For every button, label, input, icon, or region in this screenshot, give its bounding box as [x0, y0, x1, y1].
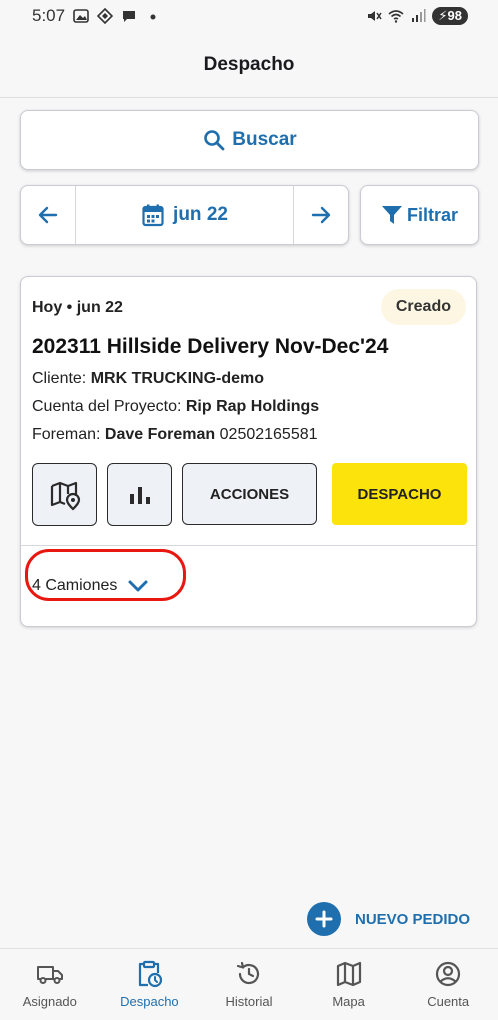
nav-item-despacho[interactable]: Despacho [100, 949, 200, 1020]
nav-label-mapa: Mapa [332, 994, 365, 1009]
chat-icon [123, 11, 136, 22]
trucks-count-label: 4 Camiones [32, 577, 118, 594]
dot-icon [150, 14, 156, 20]
client-label: Cliente: [32, 370, 87, 387]
arrow-right-icon [311, 206, 331, 224]
nav-item-asignado[interactable]: Asignado [0, 949, 100, 1020]
status-time: 5:07 [32, 6, 66, 25]
history-icon [236, 961, 260, 985]
map-view-button[interactable] [32, 463, 97, 526]
account-line: Cuenta del Proyecto: Rip Rap Holdings [32, 398, 319, 416]
battery-level: 98 [447, 8, 462, 23]
client-value: MRK TRUCKING-demo [90, 370, 265, 387]
nav-item-historial[interactable]: Historial [199, 949, 299, 1020]
filter-icon [381, 206, 402, 224]
plus-icon [307, 902, 341, 936]
previous-day-button[interactable] [21, 186, 75, 244]
nav-label-despacho: Despacho [120, 994, 179, 1009]
client-line: Cliente: MRK TRUCKING-demo [32, 370, 264, 388]
map-pin-icon [50, 481, 80, 511]
next-day-button[interactable] [294, 186, 348, 244]
nav-label-historial: Historial [225, 994, 273, 1009]
foreman-phone: 02502165581 [219, 426, 318, 443]
filter-label: Filtrar [406, 204, 458, 225]
foreman-line: Foreman: Dave Foreman 02502165581 [32, 426, 318, 444]
nav-item-mapa[interactable]: Mapa [299, 949, 399, 1020]
date-picker-button[interactable]: jun 22 [75, 186, 294, 244]
foreman-label: Foreman: [32, 426, 101, 443]
order-title: 202311 Hillside Delivery Nov-Dec'24 [32, 335, 389, 358]
search-icon [204, 130, 225, 151]
foreman-name: Dave Foreman [104, 426, 216, 443]
arrow-left-icon [38, 206, 58, 224]
photo-icon [73, 9, 89, 23]
account-label: Cuenta del Proyecto: [32, 398, 182, 415]
card-divider [21, 545, 476, 546]
new-order-button[interactable]: NUEVO PEDIDO [307, 900, 470, 938]
stats-button[interactable] [107, 463, 172, 526]
order-card[interactable]: Hoy • jun 22 Creado 202311 Hillside Deli… [20, 276, 477, 627]
account-value: Rip Rap Holdings [185, 398, 320, 415]
filter-button[interactable]: Filtrar [360, 185, 479, 245]
search-label: Buscar [232, 129, 297, 150]
bar-chart-icon [129, 486, 150, 504]
nav-label-cuenta: Cuenta [427, 994, 470, 1009]
date-navigator: jun 22 [20, 185, 349, 245]
nav-label-asignado: Asignado [22, 994, 77, 1009]
selected-date: jun 22 [173, 204, 228, 225]
mute-icon [368, 11, 383, 21]
trucks-expand-toggle[interactable]: 4 Camiones [25, 549, 186, 601]
page-title: Despacho [203, 53, 295, 75]
wifi-icon [388, 10, 404, 23]
order-date: Hoy • jun 22 [32, 299, 123, 316]
calendar-icon [142, 204, 164, 227]
new-order-label: NUEVO PEDIDO [355, 910, 471, 928]
truck-icon [36, 966, 63, 984]
signal-icon [412, 9, 426, 22]
bottom-nav: Asignado Despacho Historial Mapa Cuenta [0, 948, 498, 1020]
status-badge: Creado [380, 289, 466, 325]
battery-indicator: ⚡98 [432, 7, 468, 25]
app-diamond-icon [97, 8, 114, 24]
dispatch-button[interactable]: DESPACHO [332, 463, 467, 525]
chevron-down-icon [128, 580, 148, 592]
actions-button[interactable]: ACCIONES [182, 463, 317, 525]
clipboard-clock-icon [139, 960, 163, 988]
app-bar: Despacho [0, 32, 498, 98]
map-icon [336, 961, 361, 987]
nav-item-cuenta[interactable]: Cuenta [398, 949, 498, 1020]
account-icon [436, 961, 461, 987]
search-button[interactable]: Buscar [20, 110, 479, 170]
status-bar: 5:07 ⚡98 [0, 0, 498, 32]
